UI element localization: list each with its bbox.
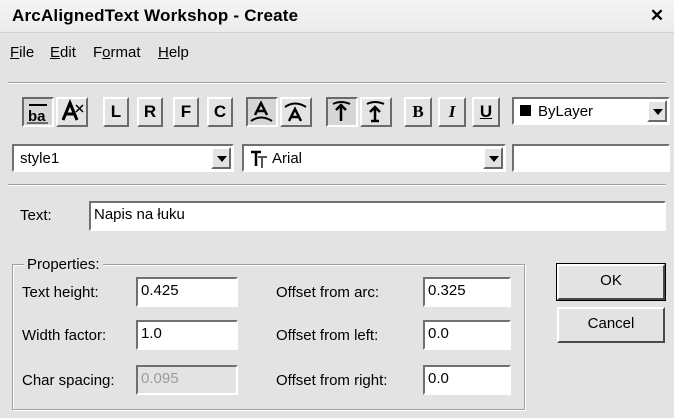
char-spacing-input: 0.095	[136, 365, 238, 395]
menu-help-rest: elp	[168, 44, 189, 61]
center-button[interactable]: C	[207, 97, 233, 127]
text-input[interactable]: Napis na łuku	[89, 201, 666, 231]
close-button[interactable]: ✕	[648, 7, 666, 25]
toolbar-separator-bottom	[8, 184, 666, 186]
text-outward-icon	[332, 101, 351, 121]
text-height-label: Text height:	[22, 284, 99, 301]
text-convex-icon	[250, 100, 273, 122]
font-combo[interactable]: Arial	[242, 144, 506, 172]
properties-group-title: Properties:	[24, 256, 103, 273]
menu-file-rest: ile	[19, 44, 35, 61]
ok-button[interactable]: OK	[556, 263, 666, 301]
char-spacing-label: Char spacing:	[22, 372, 115, 389]
font-value: Arial	[272, 150, 303, 167]
menu-edit-mnemonic: E	[50, 44, 61, 61]
fit-button[interactable]: F	[173, 97, 199, 127]
offset-left-label: Offset from left:	[276, 327, 379, 344]
text-concave-button[interactable]	[280, 97, 312, 127]
offset-left-input[interactable]: 0.0	[423, 320, 511, 350]
text-label: Text:	[20, 207, 52, 224]
style-combo[interactable]: style1	[12, 144, 234, 172]
offset-arc-label: Offset from arc:	[276, 284, 380, 301]
menu-edit-rest: dit	[60, 44, 76, 61]
offset-right-input[interactable]: 0.0	[423, 365, 511, 395]
menu-format-rest: rmat	[110, 44, 141, 61]
cancel-button[interactable]: Cancel	[557, 307, 665, 343]
style-value: style1	[20, 150, 60, 167]
extra-field[interactable]	[512, 144, 670, 172]
menu-help[interactable]: Help	[158, 44, 189, 61]
italic-button[interactable]: I	[438, 97, 466, 127]
align-right-button[interactable]: R	[137, 97, 163, 127]
text-outward-button[interactable]	[326, 97, 358, 127]
menu-format-mnemonic: o	[102, 44, 111, 61]
menu-help-mnemonic: H	[158, 44, 169, 61]
text-inward-icon	[366, 101, 385, 123]
color-swatch	[520, 105, 531, 116]
offset-right-label: Offset from right:	[276, 372, 388, 389]
menu-edit[interactable]: Edit	[50, 44, 76, 61]
dialog-window: ArcAlignedText Workshop - Create ✕ File …	[0, 0, 674, 418]
bold-button[interactable]: B	[404, 97, 432, 127]
arc-text-style-icon	[61, 99, 84, 121]
chevron-down-icon[interactable]	[211, 147, 231, 169]
reverse-text-button[interactable]: ba	[22, 97, 54, 127]
color-value: ByLayer	[538, 103, 594, 120]
menu-file[interactable]: File	[10, 44, 34, 61]
truetype-font-icon	[251, 150, 267, 168]
text-inward-button[interactable]	[360, 97, 392, 127]
menu-file-mnemonic: F	[10, 44, 20, 61]
text-height-input[interactable]: 0.425	[136, 277, 238, 307]
offset-arc-input[interactable]: 0.325	[423, 277, 511, 307]
align-left-button[interactable]: L	[103, 97, 129, 127]
title-bar: ArcAlignedText Workshop - Create ✕	[0, 0, 674, 33]
menu-format[interactable]: Format	[93, 44, 141, 61]
width-factor-input[interactable]: 1.0	[136, 320, 238, 350]
menu-format-pre: F	[93, 44, 103, 61]
svg-text:ba: ba	[28, 108, 46, 125]
reverse-text-icon: ba	[27, 104, 48, 125]
underline-button[interactable]: U	[472, 97, 500, 127]
width-factor-label: Width factor:	[22, 327, 107, 344]
toolbar-separator-top	[8, 82, 666, 84]
text-concave-icon	[284, 102, 307, 122]
arc-text-style-button[interactable]	[56, 97, 88, 127]
chevron-down-icon[interactable]	[647, 100, 667, 122]
chevron-down-icon[interactable]	[483, 147, 503, 169]
window-title: ArcAlignedText Workshop - Create	[12, 6, 299, 25]
color-combo[interactable]: ByLayer	[512, 97, 670, 125]
text-convex-button[interactable]	[246, 97, 278, 127]
